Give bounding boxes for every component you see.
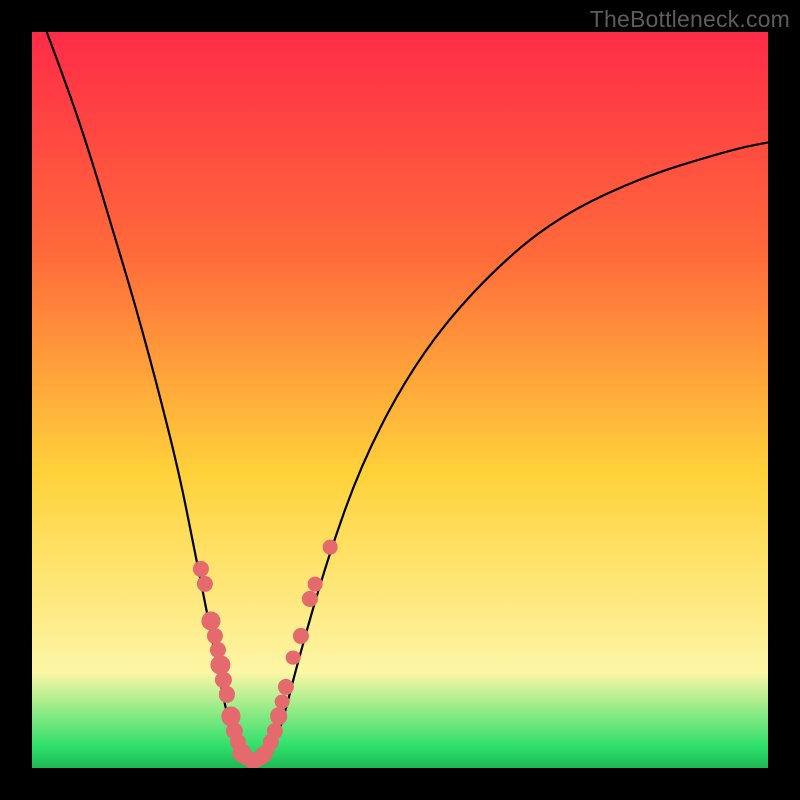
bottleneck-curve [32, 32, 768, 768]
plot-area [32, 32, 768, 768]
chart-frame: TheBottleneck.com [0, 0, 800, 800]
watermark-text: TheBottleneck.com [590, 6, 790, 33]
marker-dot [308, 577, 323, 592]
marker-dot [275, 694, 290, 709]
marker-dot [286, 650, 301, 665]
marker-dot [270, 708, 288, 726]
marker-dot [323, 540, 338, 555]
